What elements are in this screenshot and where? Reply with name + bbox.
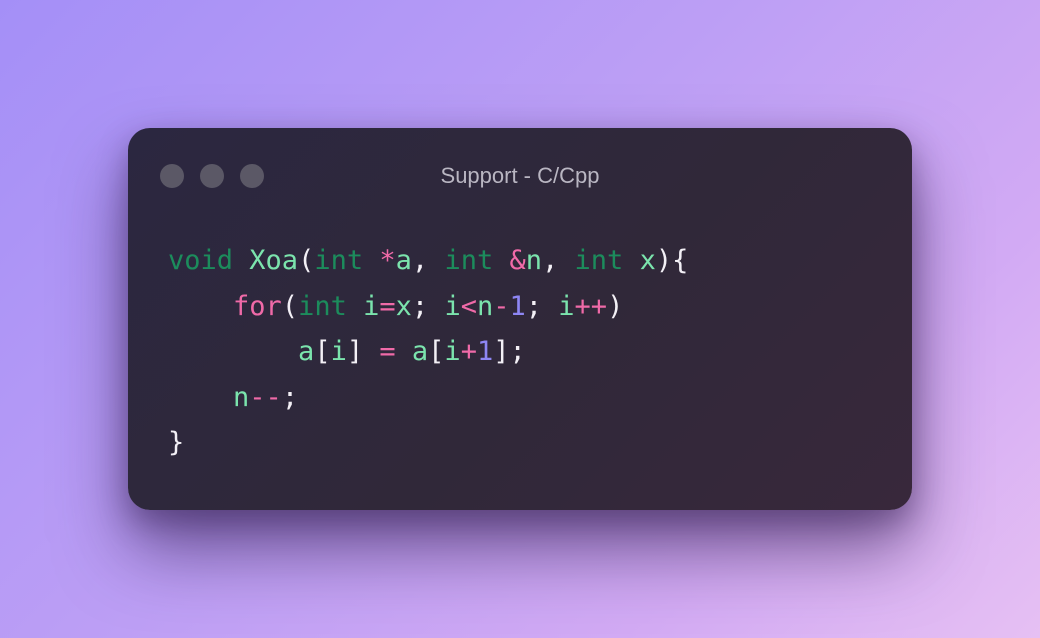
identifier-token: n (476, 290, 494, 322)
punctuation-token: ( (281, 290, 299, 322)
operator-token: * (379, 245, 396, 276)
identifier-token: i (444, 290, 461, 322)
operator-token: & (509, 245, 526, 276)
punctuation-token (347, 291, 363, 322)
punctuation-token (168, 336, 298, 367)
identifier-token: a (298, 336, 315, 367)
punctuation-token: ( (298, 245, 315, 276)
identifier-token: n (525, 245, 543, 276)
punctuation-token (396, 336, 412, 367)
keyword-token: void (168, 245, 234, 276)
operator-token: - (493, 290, 510, 322)
code-line: } (168, 420, 688, 466)
identifier-token: Xoa (249, 245, 299, 276)
punctuation-token (493, 245, 509, 276)
code-line: void Xoa(int *a, int &n, int x){ (168, 238, 688, 284)
window-title: Support - C/Cpp (440, 163, 600, 188)
keyword-token: int (298, 290, 347, 322)
punctuation-token (168, 382, 233, 413)
identifier-token: x (639, 245, 656, 276)
code-line: a[i] = a[i+1]; (168, 329, 688, 375)
identifier-token: i (444, 336, 461, 367)
punctuation-token (233, 245, 249, 276)
identifier-token: i (363, 290, 380, 322)
keyword-token: int (314, 245, 364, 276)
keyword-token: int (574, 245, 624, 276)
punctuation-token: [ (314, 336, 331, 367)
operator-token: + (460, 336, 477, 367)
code-window: Support - C/Cpp void Xoa(int *a, int &n,… (128, 128, 912, 510)
punctuation-token: , (411, 245, 445, 276)
identifier-token: n (233, 381, 250, 413)
operator-token: = (379, 336, 396, 367)
operator-token: ++ (574, 290, 608, 322)
punctuation-token: ; (281, 381, 299, 413)
code-block: void Xoa(int *a, int &n, int x){ for(int… (168, 238, 688, 466)
window-titlebar: Support - C/Cpp (128, 128, 912, 224)
operator-token: = (379, 290, 396, 322)
punctuation-token: [ (428, 336, 445, 367)
punctuation-token: } (168, 427, 185, 458)
operator-token: < (460, 290, 477, 322)
punctuation-token (363, 245, 379, 276)
punctuation-token: ]; (493, 336, 526, 367)
code-line: for(int i=x; i<n-1; i++) (168, 284, 688, 330)
punctuation-token: , (542, 245, 575, 276)
code-line: n--; (168, 375, 688, 421)
punctuation-token (623, 245, 639, 276)
operator-token: for (233, 290, 282, 322)
identifier-token: i (330, 336, 347, 367)
number-token: 1 (476, 336, 494, 367)
punctuation-token: ; (525, 290, 559, 322)
identifier-token: x (395, 290, 412, 322)
identifier-token: a (411, 336, 429, 367)
operator-token: -- (249, 381, 282, 413)
number-token: 1 (509, 290, 526, 322)
punctuation-token: ; (411, 290, 445, 322)
identifier-token: a (395, 245, 412, 276)
keyword-token: int (444, 245, 494, 276)
identifier-token: i (558, 290, 575, 322)
punctuation-token: ] (346, 336, 380, 367)
punctuation-token: ) (607, 290, 624, 322)
punctuation-token (168, 291, 233, 322)
punctuation-token: ){ (655, 245, 689, 276)
